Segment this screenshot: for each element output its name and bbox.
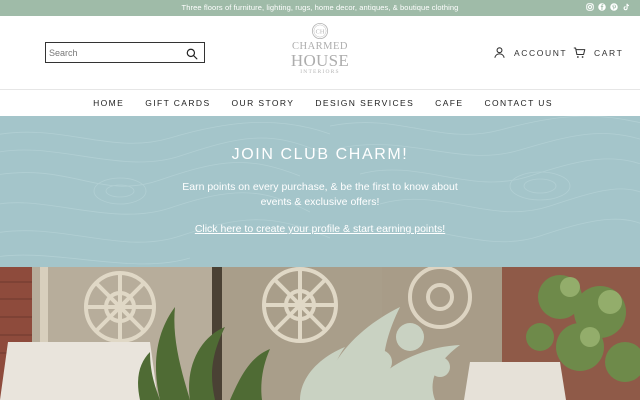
promo-body-line1: Earn points on every purchase, & be the … (182, 181, 458, 193)
logo-monogram-text: CH (316, 28, 325, 35)
promo-body-line2: events & exclusive offers! (260, 196, 380, 208)
promo-description: Earn points on every purchase, & be the … (150, 180, 490, 210)
club-charm-promo: JOIN CLUB CHARM! Earn points on every pu… (0, 116, 640, 267)
tiktok-icon[interactable] (622, 3, 630, 11)
site-header: CH CHARMED HOUSE INTERIORS ACCOUNT CART (0, 16, 640, 90)
logo-text-house: HOUSE (290, 51, 350, 70)
main-navigation: HOME GIFT CARDS OUR STORY DESIGN SERVICE… (0, 90, 640, 116)
nav-item-cafe[interactable]: CAFE (435, 98, 463, 108)
nav-item-contact-us[interactable]: CONTACT US (484, 98, 552, 108)
nav-item-design-services[interactable]: DESIGN SERVICES (315, 98, 414, 108)
search-icon[interactable] (186, 47, 198, 60)
logo-monogram: CH (311, 22, 329, 40)
hero-photo-illustration (0, 267, 640, 400)
social-links (586, 3, 630, 11)
account-label: ACCOUNT (514, 47, 568, 58)
nav-item-gift-cards[interactable]: GIFT CARDS (145, 98, 210, 108)
nav-item-our-story[interactable]: OUR STORY (232, 98, 295, 108)
pinterest-icon[interactable] (610, 3, 618, 11)
hero-image (0, 267, 640, 400)
announcement-bar: Three floors of furniture, lighting, rug… (0, 0, 640, 16)
cart-label: CART (594, 47, 624, 58)
facebook-icon[interactable] (598, 3, 606, 11)
announcement-text: Three floors of furniture, lighting, rug… (181, 3, 459, 12)
search-box (45, 42, 205, 63)
site-logo[interactable]: CH CHARMED HOUSE INTERIORS (280, 22, 360, 84)
logo-text-interiors: INTERIORS (300, 69, 340, 75)
promo-title: JOIN CLUB CHARM! (231, 146, 409, 163)
cart-link[interactable]: CART (573, 46, 623, 59)
cart-icon (573, 46, 586, 59)
account-icon (493, 46, 506, 59)
nav-item-home[interactable]: HOME (93, 98, 124, 108)
instagram-icon[interactable] (586, 3, 594, 11)
create-profile-link[interactable]: Click here to create your profile & star… (0, 223, 640, 235)
search-input[interactable] (49, 45, 177, 60)
account-link[interactable]: ACCOUNT (493, 46, 567, 59)
